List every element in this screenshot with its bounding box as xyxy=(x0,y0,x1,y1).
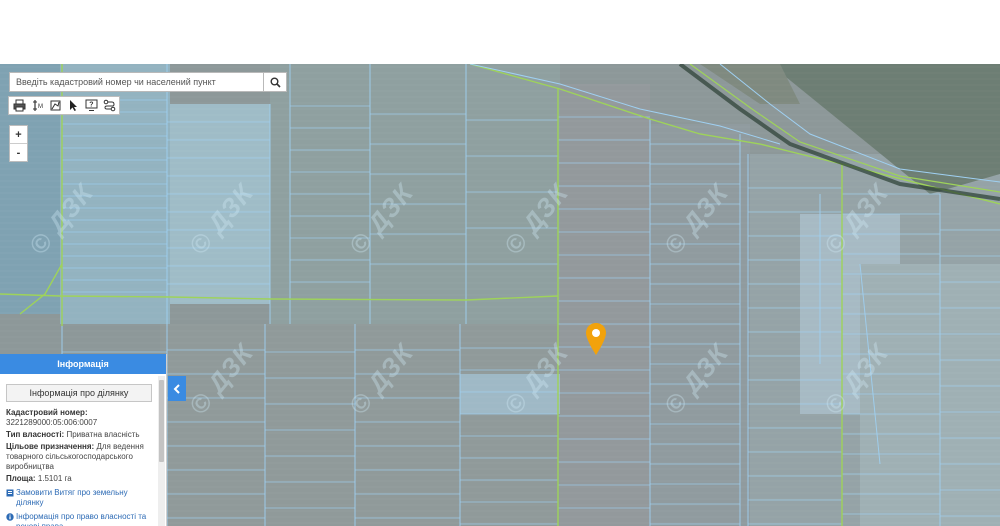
search-input[interactable] xyxy=(10,73,263,91)
svg-text:M: M xyxy=(38,104,43,110)
cadastral-value: 3221289000:05:006:0007 xyxy=(6,418,98,427)
info-panel-title: Інформація xyxy=(0,354,166,374)
monitor-question-icon: ? xyxy=(85,99,97,111)
zoom-in-button[interactable]: + xyxy=(10,126,27,143)
info-icon xyxy=(6,513,14,521)
measure-area-button[interactable] xyxy=(47,98,63,113)
blank-header xyxy=(0,0,1000,64)
route-icon xyxy=(103,99,115,112)
print-icon xyxy=(13,99,25,112)
purpose-row: Цільове призначення: Для ведення товарно… xyxy=(6,442,144,471)
collapse-panel-button[interactable] xyxy=(168,376,186,401)
ownership-row: Тип власності: Приватна власність xyxy=(6,430,140,439)
cursor-icon xyxy=(69,100,77,111)
info-panel-body: Інформація про ділянку Кадастровий номер… xyxy=(0,374,156,526)
search-button[interactable] xyxy=(263,73,286,91)
select-button[interactable] xyxy=(65,98,81,113)
parcel-info-heading: Інформація про ділянку xyxy=(6,384,152,402)
info-panel-scrollbar[interactable] xyxy=(158,376,165,526)
area-row: Площа: 1.5101 га xyxy=(6,474,72,483)
document-icon xyxy=(6,489,14,497)
search-bar xyxy=(9,72,287,92)
map-toolbar: M ? xyxy=(8,96,120,115)
ruler-icon: M xyxy=(32,100,43,111)
order-extract-link[interactable]: Замовити Витяг про земельну ділянку xyxy=(6,488,152,508)
info-tool-button[interactable]: ? xyxy=(83,98,99,113)
measure-distance-button[interactable]: M xyxy=(29,98,45,113)
zoom-out-button[interactable]: - xyxy=(10,143,27,161)
location-pin-icon[interactable] xyxy=(585,322,607,356)
search-icon xyxy=(270,77,281,88)
cadastral-label: Кадастровий номер: xyxy=(6,408,88,417)
area-icon xyxy=(50,100,60,111)
ownership-rights-link[interactable]: Інформація про право власності та речові… xyxy=(6,512,152,526)
print-button[interactable] xyxy=(11,98,27,113)
zoom-control: + - xyxy=(9,125,28,162)
info-panel: Інформація Інформація про ділянку Кадаст… xyxy=(0,354,167,526)
svg-text:?: ? xyxy=(89,102,93,109)
chevron-left-icon xyxy=(173,383,180,394)
route-button[interactable] xyxy=(101,98,117,113)
